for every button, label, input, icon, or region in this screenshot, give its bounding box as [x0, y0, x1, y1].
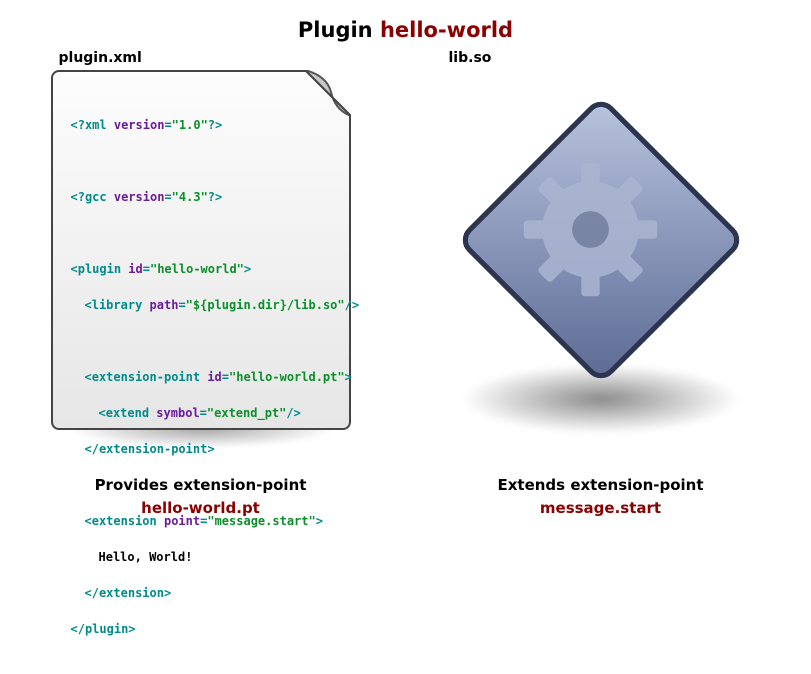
tok: <?gcc — [71, 190, 114, 204]
tok: </extension-point> — [85, 442, 215, 456]
tok: = — [178, 298, 185, 312]
xml-document: <?xml version="1.0"?> <?gcc version="4.3… — [51, 70, 351, 430]
tok: "4.3" — [172, 190, 208, 204]
tok: "extend_pt" — [207, 406, 286, 420]
tok: > — [244, 262, 251, 276]
tok: /> — [286, 406, 300, 420]
tok: "${plugin.dir}/lib.so" — [186, 298, 345, 312]
tok: = — [200, 406, 207, 420]
tok: Hello, World! — [99, 550, 193, 564]
tok: symbol — [156, 406, 199, 420]
right-column: lib.so — [441, 50, 761, 519]
page-fold-icon — [305, 70, 351, 116]
tok: > — [316, 514, 323, 528]
main-row: plugin.xml <?xml version="1.0"?> <?gcc v… — [0, 50, 811, 519]
tok: "hello-world" — [150, 262, 244, 276]
tok: id — [207, 370, 221, 384]
xml-code: <?xml version="1.0"?> <?gcc version="4.3… — [71, 98, 335, 674]
tok: path — [150, 298, 179, 312]
tok: <library — [85, 298, 150, 312]
tok: version — [114, 190, 165, 204]
tok: ?> — [208, 118, 222, 132]
tok: = — [164, 118, 171, 132]
page-title: Plugin hello-world — [0, 0, 811, 42]
tok: /> — [345, 298, 359, 312]
gear-graphic — [441, 70, 761, 430]
tok: "1.0" — [172, 118, 208, 132]
tok: "hello-world.pt" — [229, 370, 345, 384]
tok: <plugin — [71, 262, 129, 276]
tok: </extension> — [85, 586, 172, 600]
tok: > — [345, 370, 352, 384]
tok: version — [114, 118, 165, 132]
tok: point — [164, 514, 200, 528]
tok: id — [128, 262, 142, 276]
doc-card: <?xml version="1.0"?> <?gcc version="4.3… — [51, 70, 351, 430]
caption-line1: Extends extension-point — [497, 476, 703, 494]
left-file-label: plugin.xml — [59, 50, 142, 66]
tok: <?xml — [71, 118, 114, 132]
title-name: hello-world — [380, 18, 513, 42]
tok: <extension-point — [85, 370, 208, 384]
tok: = — [143, 262, 150, 276]
right-caption: Extends extension-point message.start — [497, 474, 703, 519]
right-file-label: lib.so — [449, 50, 492, 66]
tok: = — [222, 370, 229, 384]
title-prefix: Plugin — [298, 18, 380, 42]
gears-icon — [441, 80, 761, 400]
left-column: plugin.xml <?xml version="1.0"?> <?gcc v… — [51, 50, 351, 519]
tok: </plugin> — [71, 622, 136, 636]
tok: "message.start" — [207, 514, 315, 528]
caption-line2: message.start — [497, 497, 703, 520]
tok: <extension — [85, 514, 164, 528]
tok: = — [164, 190, 171, 204]
tok: <extend — [99, 406, 157, 420]
tok: ?> — [208, 190, 222, 204]
